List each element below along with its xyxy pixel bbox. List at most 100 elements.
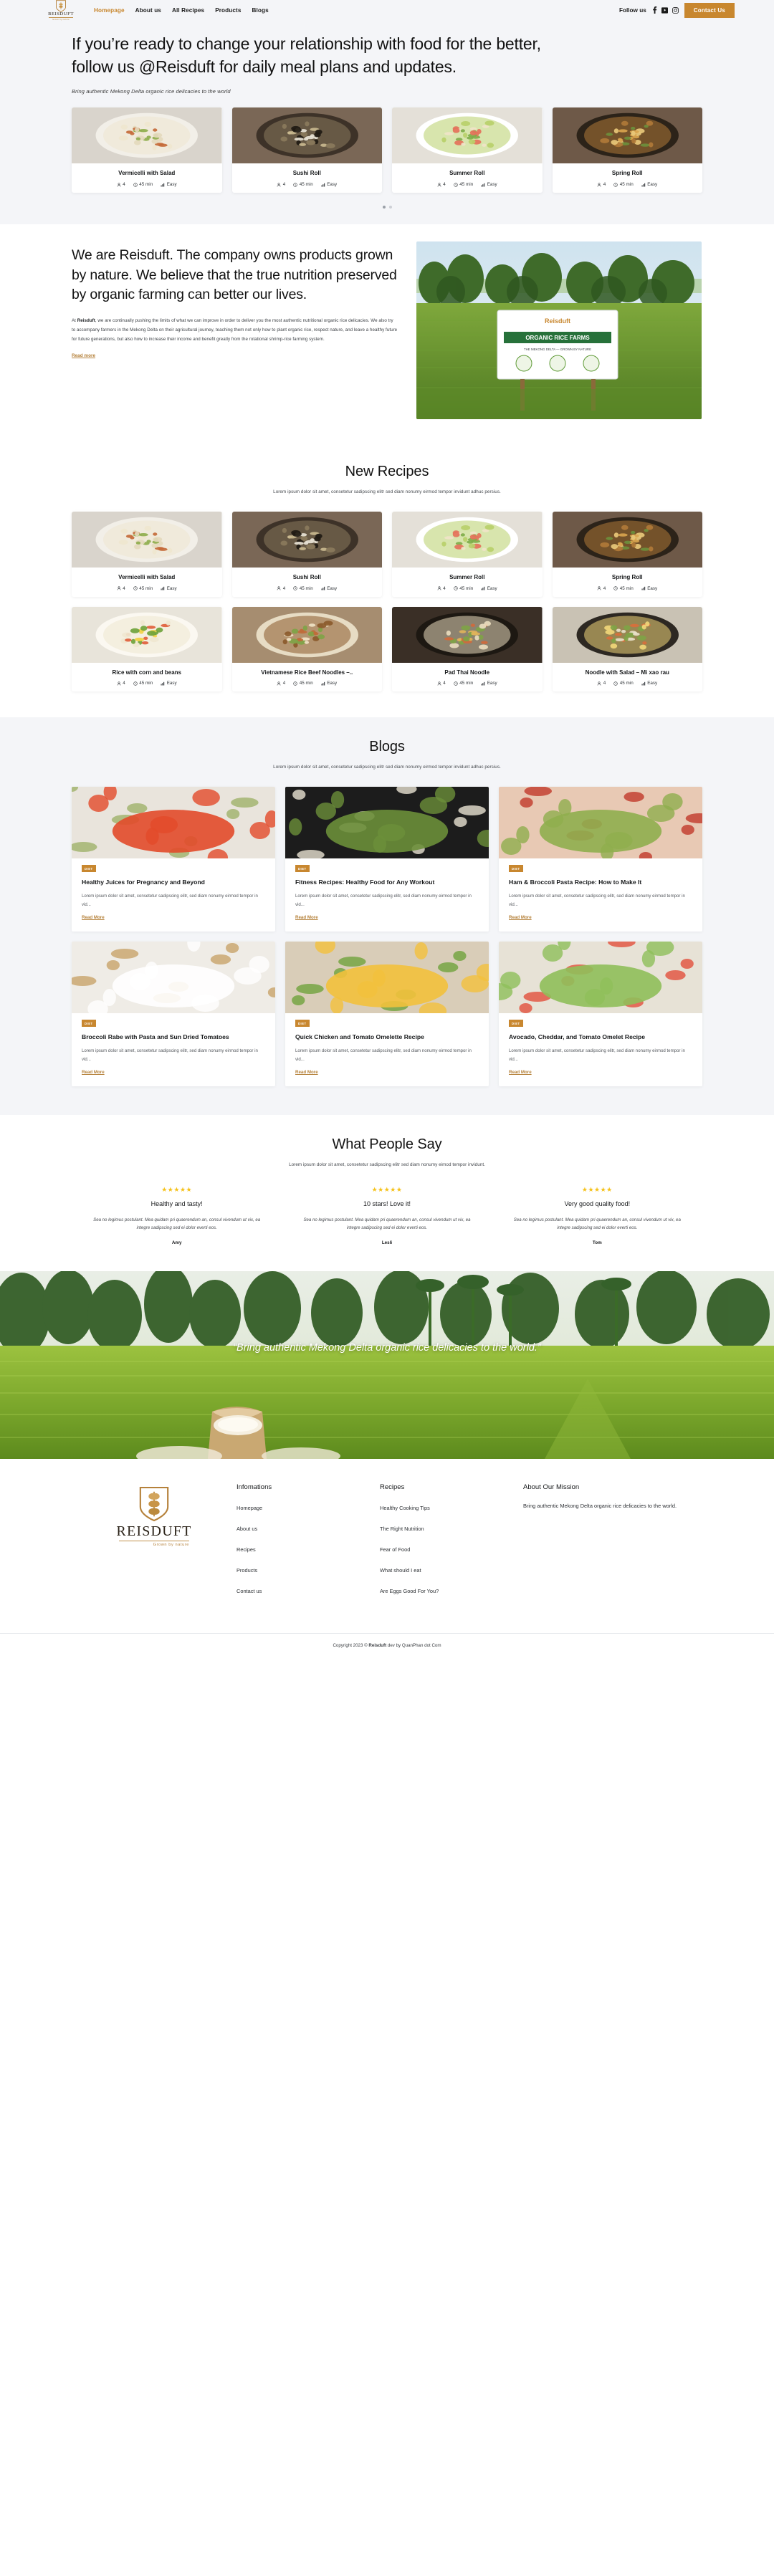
recipe-thumbnail — [552, 606, 702, 663]
footer-link[interactable]: Are Eggs Good For You? — [380, 1588, 439, 1594]
recipe-time: 45 min — [613, 681, 634, 686]
svg-text:Reisduft: Reisduft — [545, 317, 570, 325]
svg-text:THE MEKONG DELTA — GROWN BY NA: THE MEKONG DELTA — GROWN BY NATURE — [524, 348, 591, 351]
recipe-card[interactable]: Vermicelli with Salad 4 45 min Easy — [72, 512, 222, 597]
instagram-icon[interactable] — [672, 6, 679, 14]
footer-heading-mission: About Our Mission — [523, 1483, 580, 1492]
new-recipes-row-2: Rice with corn and beans 4 45 min Easy V… — [72, 606, 702, 692]
about-section: We are Reisduft. The company owns produc… — [0, 224, 774, 444]
blog-read-more-link[interactable]: Read More — [509, 915, 532, 920]
footer-link[interactable]: Contact us — [236, 1588, 262, 1594]
blog-card[interactable]: DIET Ham & Broccoli Pasta Recipe: How to… — [499, 787, 702, 932]
recipe-difficulty: Easy — [641, 182, 657, 187]
about-body-brand: Reisduft — [77, 318, 95, 324]
blog-title: Ham & Broccoli Pasta Recipe: How to Make… — [509, 878, 642, 886]
footer-heading-recipes: Recipes — [380, 1483, 405, 1492]
recipe-card[interactable]: Vermicelli with Salad 4 45 min Easy — [72, 107, 222, 193]
nav-item-blogs[interactable]: Blogs — [252, 7, 269, 14]
recipe-card[interactable]: Summer Roll 4 45 min Easy — [392, 512, 543, 597]
about-read-more-link[interactable]: Read more — [72, 353, 95, 358]
nav-item-products[interactable]: Products — [215, 7, 241, 14]
recipe-card[interactable]: Pad Thai Noodle 4 45 min Easy — [392, 606, 543, 692]
recipe-card[interactable]: Rice with corn and beans 4 45 min Easy — [72, 606, 222, 692]
blog-card[interactable]: DIET Avocado, Cheddar, and Tomato Omelet… — [499, 942, 702, 1086]
footer-link[interactable]: Fear of Food — [380, 1546, 410, 1553]
blog-card[interactable]: DIET Broccoli Rabe with Pasta and Sun Dr… — [72, 942, 275, 1086]
footer-link[interactable]: Products — [236, 1567, 257, 1574]
recipe-title: Spring Roll — [611, 574, 643, 581]
recipe-meta: 4 45 min Easy — [232, 177, 383, 188]
nav-item-about-us[interactable]: About us — [135, 7, 161, 14]
footer-link[interactable]: Homepage — [236, 1505, 262, 1511]
recipe-difficulty: Easy — [481, 182, 497, 187]
recipe-title: Vietnamese Rice Beef Noodles –.. — [261, 669, 353, 676]
carousel-dot-2[interactable] — [388, 206, 392, 209]
recipe-card[interactable]: Summer Roll 4 45 min Easy — [392, 107, 543, 193]
blog-excerpt: Lorem ipsum dolor sit amet, consetetur s… — [82, 1048, 258, 1062]
footer-column-mission: About Our Mission Bring authentic Mekong… — [523, 1483, 681, 1604]
footer-wheat-shield-icon — [139, 1487, 169, 1522]
social-links — [652, 6, 679, 14]
recipe-meta: 4 45 min Easy — [72, 177, 222, 188]
youtube-icon[interactable] — [661, 6, 668, 14]
footer-link[interactable]: Recipes — [236, 1546, 256, 1553]
blog-title: Fitness Recipes: Healthy Food for Any Wo… — [295, 878, 435, 886]
contact-us-button[interactable]: Contact Us — [684, 2, 735, 18]
blog-category-badge: DIET — [82, 865, 96, 873]
facebook-icon[interactable] — [652, 6, 657, 14]
blog-excerpt: Lorem ipsum dolor sit amet, consetetur s… — [295, 1048, 472, 1062]
recipe-difficulty: Easy — [321, 681, 337, 686]
rice-farm-photo: Reisduft ORGANIC RICE FARMS THE MEKONG D… — [416, 241, 702, 420]
carousel-dot-1[interactable] — [382, 206, 386, 209]
recipe-card[interactable]: Sushi Roll 4 45 min Easy — [231, 512, 383, 597]
brand-logo[interactable]: REISDUFT Grown by nature — [39, 0, 82, 21]
recipe-difficulty: Easy — [161, 586, 177, 591]
footer-brand-wordmark: REISDUFT — [116, 1523, 192, 1540]
follow-us-label: Follow us — [619, 6, 646, 14]
footer-link[interactable]: About us — [236, 1526, 257, 1532]
wheat-shield-icon — [56, 0, 66, 12]
footer-link[interactable]: Healthy Cooking Tips — [380, 1505, 430, 1511]
footer-link-item: The Right Nutrition — [380, 1521, 523, 1534]
recipe-title: Rice with corn and beans — [112, 669, 181, 676]
recipe-card[interactable]: Spring Roll 4 45 min Easy — [552, 107, 702, 193]
blog-category-badge: DIET — [509, 865, 523, 873]
recipe-thumbnail — [231, 606, 382, 663]
blog-read-more-link[interactable]: Read More — [82, 1070, 105, 1075]
footer-link[interactable]: What should I eat — [380, 1567, 421, 1574]
blog-card[interactable]: DIET Quick Chicken and Tomato Omelette R… — [285, 942, 489, 1086]
recipe-servings: 4 — [597, 182, 606, 187]
footer-brand-logo[interactable]: REISDUFT Grown by nature — [72, 1483, 236, 1604]
blog-title: Broccoli Rabe with Pasta and Sun Dried T… — [82, 1033, 229, 1040]
blog-card[interactable]: DIET Fitness Recipes: Healthy Food for A… — [285, 787, 489, 932]
new-recipes-subtitle: Lorem ipsum dolor sit amet, consetetur s… — [273, 489, 501, 495]
recipe-time: 45 min — [133, 586, 153, 591]
testimonial-quote: Sea no legimus postulant. Mea quidam pri… — [513, 1217, 681, 1231]
recipe-meta: 4 45 min Easy — [232, 581, 383, 593]
page-root: REISDUFT Grown by nature Homepage About … — [0, 0, 774, 1659]
nav-item-homepage[interactable]: Homepage — [94, 7, 125, 14]
recipe-difficulty: Easy — [481, 681, 497, 686]
recipe-thumbnail — [231, 512, 382, 568]
footer-link-item: Are Eggs Good For You? — [380, 1584, 523, 1596]
recipe-card[interactable]: Noodle with Salad – Mi xao rau 4 45 min … — [552, 606, 702, 692]
recipe-thumbnail — [392, 107, 543, 164]
recipe-card[interactable]: Vietnamese Rice Beef Noodles –.. 4 45 mi… — [231, 606, 382, 692]
recipe-servings: 4 — [597, 681, 606, 686]
blog-category-badge: DIET — [295, 1020, 310, 1028]
recipe-time: 45 min — [454, 681, 473, 686]
nav-item-all-recipes[interactable]: All Recipes — [172, 7, 204, 14]
blog-read-more-link[interactable]: Read More — [295, 1070, 318, 1075]
recipe-card[interactable]: Spring Roll 4 45 min Easy — [552, 512, 702, 597]
recipe-thumbnail — [552, 512, 702, 568]
recipe-title: Summer Roll — [449, 170, 485, 177]
recipe-card[interactable]: Sushi Roll 4 45 min Easy — [231, 107, 383, 193]
blog-card[interactable]: DIET Healthy Juices for Pregnancy and Be… — [72, 787, 275, 932]
blog-read-more-link[interactable]: Read More — [509, 1070, 532, 1075]
footer-link-item: Contact us — [236, 1584, 380, 1596]
blog-read-more-link[interactable]: Read More — [82, 915, 105, 920]
hero-section: If you’re ready to change your relations… — [0, 20, 774, 225]
blog-read-more-link[interactable]: Read More — [295, 915, 318, 920]
footer-link[interactable]: The Right Nutrition — [380, 1526, 424, 1532]
new-recipes-title: New Recipes — [345, 464, 429, 480]
